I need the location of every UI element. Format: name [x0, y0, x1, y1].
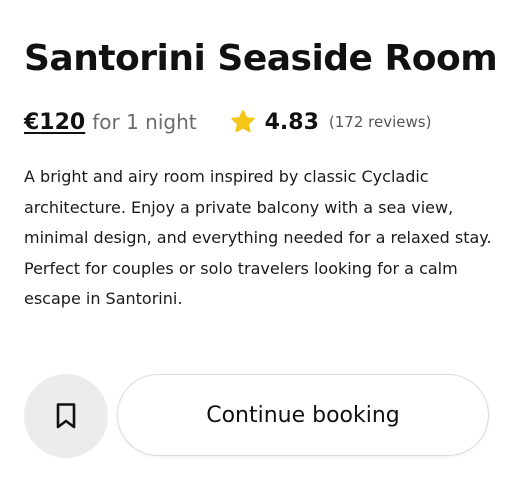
rating: 4.83 (172 reviews)	[229, 108, 432, 136]
save-button[interactable]	[24, 374, 108, 458]
listing-description: A bright and airy room inspired by class…	[24, 167, 492, 308]
continue-booking-button[interactable]: Continue booking	[117, 374, 489, 456]
bookmark-icon	[56, 403, 76, 429]
rating-score: 4.83	[264, 109, 319, 135]
listing-title: Santorini Seaside Room	[24, 38, 498, 79]
star-icon	[230, 109, 255, 133]
price-rating-row: €120 for 1 night 4.83 (172 reviews)	[24, 106, 431, 138]
review-count[interactable]: (172 reviews)	[329, 113, 432, 131]
price: €120	[24, 109, 86, 135]
price-period: for 1 night	[92, 110, 197, 134]
